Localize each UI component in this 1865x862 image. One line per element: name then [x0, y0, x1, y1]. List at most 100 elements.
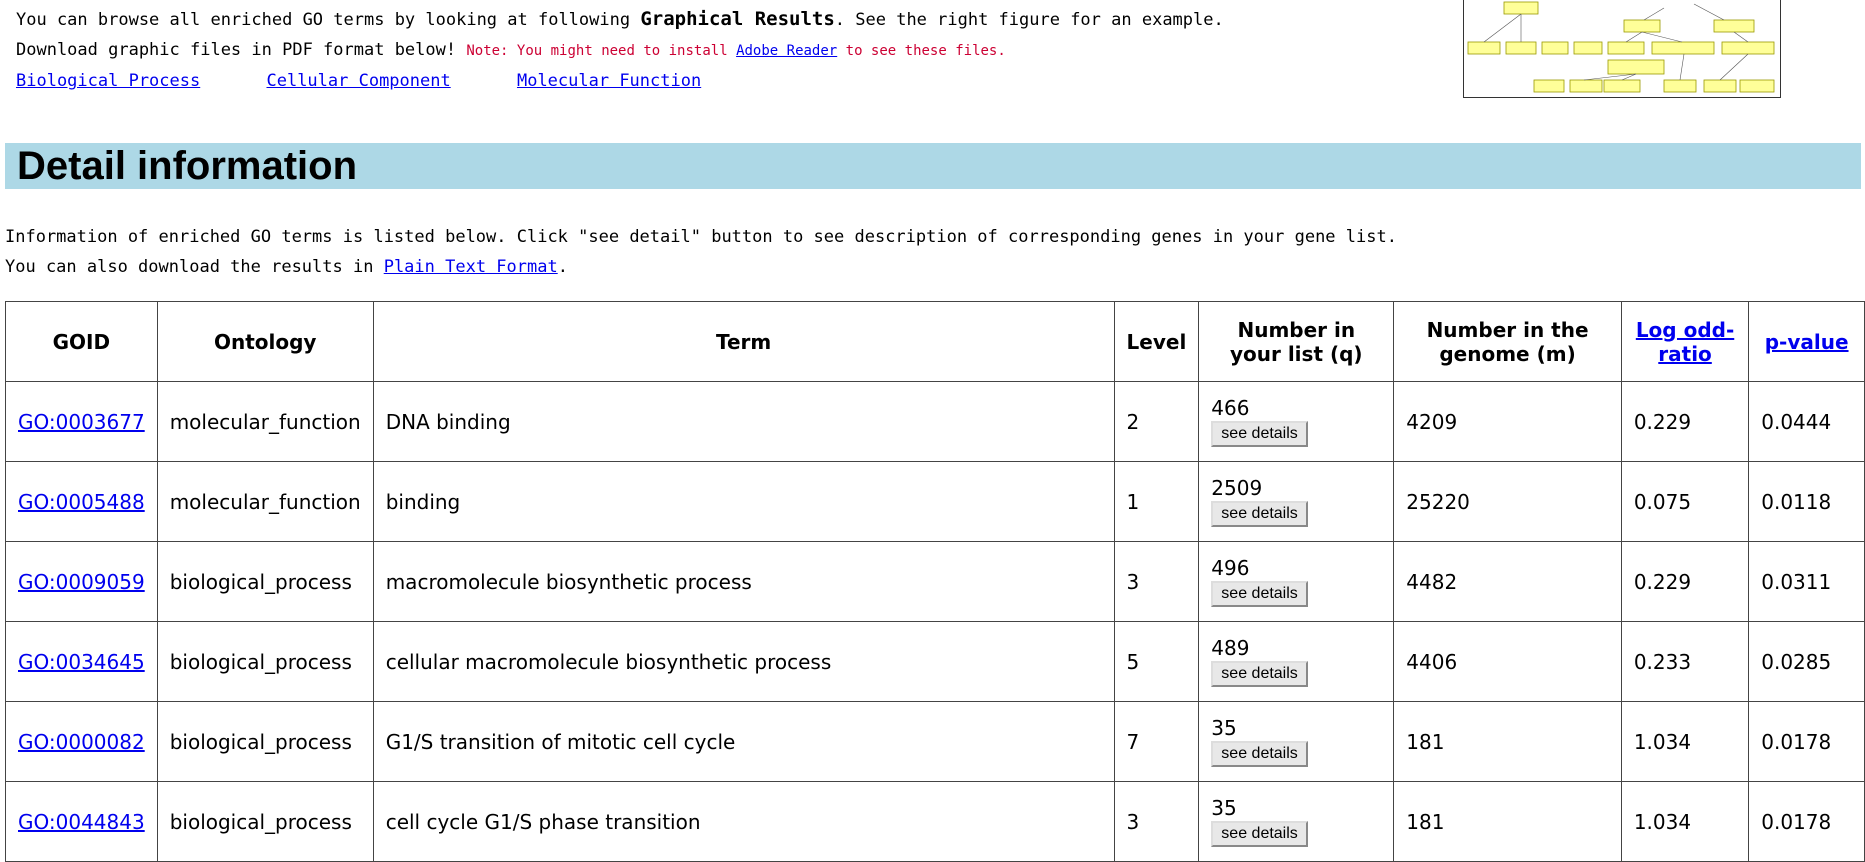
m-cell: 25220 — [1393, 461, 1622, 542]
q-value: 489 — [1211, 635, 1250, 660]
pvalue-cell: 0.0118 — [1748, 461, 1865, 542]
download-text: You can also download the results in — [5, 257, 384, 277]
pvalue-cell: 0.0178 — [1748, 781, 1865, 862]
q-cell: 35 see details — [1198, 701, 1395, 782]
goid-link[interactable]: GO:0003677 — [18, 410, 145, 434]
table-row: GO:0009059 biological_process macromolec… — [5, 541, 1865, 622]
q-value: 2509 — [1211, 475, 1263, 500]
see-details-button[interactable]: see details — [1211, 660, 1308, 687]
detail-information-title: Detail information — [17, 144, 358, 188]
q-cell: 489 see details — [1198, 621, 1395, 702]
goid-cell: GO:0005488 — [5, 461, 158, 542]
term-cell: cell cycle G1/S phase transition — [372, 781, 1115, 862]
sort-p-value-link[interactable]: p-value — [1765, 330, 1849, 354]
header-p-value: p-value — [1748, 301, 1865, 382]
intro-line-2: Download graphic files in PDF format bel… — [16, 35, 1224, 66]
log-odd-cell: 1.034 — [1620, 781, 1750, 862]
go-results-table: GOID Ontology Term Level Number in your … — [5, 301, 1865, 862]
ontology-cell: biological_process — [156, 781, 374, 862]
log-odd-cell: 0.229 — [1620, 541, 1750, 622]
goid-link[interactable]: GO:0034645 — [18, 650, 145, 674]
m-cell: 4482 — [1393, 541, 1622, 622]
table-row: GO:0034645 biological_process cellular m… — [5, 621, 1865, 702]
detail-line-1: Information of enriched GO terms is list… — [5, 227, 1397, 247]
detail-information-header: Detail information — [5, 143, 1861, 189]
detail-description: Information of enriched GO terms is list… — [5, 222, 1397, 282]
log-odd-cell: 1.034 — [1620, 701, 1750, 782]
example-figure-thumbnail — [1463, 0, 1781, 98]
see-details-button[interactable]: see details — [1211, 580, 1308, 607]
pvalue-cell: 0.0285 — [1748, 621, 1865, 702]
sort-log-odd-ratio-link[interactable]: Log odd-ratio — [1636, 318, 1734, 366]
goid-cell: GO:0044843 — [5, 781, 158, 862]
goid-link[interactable]: GO:0005488 — [18, 490, 145, 514]
level-cell: 3 — [1113, 781, 1200, 862]
ontology-cell: biological_process — [156, 541, 374, 622]
ontology-cell: molecular_function — [156, 381, 374, 462]
graphical-results-label: Graphical Results — [640, 8, 835, 30]
m-cell: 4209 — [1393, 381, 1622, 462]
log-odd-cell: 0.075 — [1620, 461, 1750, 542]
ontology-cell: biological_process — [156, 701, 374, 782]
cellular-component-link[interactable]: Cellular Component — [266, 71, 450, 91]
term-cell: G1/S transition of mitotic cell cycle — [372, 701, 1115, 782]
intro-text: You can browse all enriched GO terms by … — [16, 10, 641, 30]
ontology-cell: biological_process — [156, 621, 374, 702]
period: . — [557, 257, 568, 277]
term-cell: binding — [372, 461, 1115, 542]
q-value: 35 — [1211, 715, 1237, 740]
table-row: GO:0000082 biological_process G1/S trans… — [5, 701, 1865, 782]
q-value: 466 — [1211, 395, 1250, 420]
goid-link[interactable]: GO:0044843 — [18, 810, 145, 834]
pdf-links: Biological Process Cellular Component Mo… — [16, 66, 1224, 96]
intro-text-after: . See the right figure for an example. — [834, 10, 1224, 30]
term-cell: DNA binding — [372, 381, 1115, 462]
term-cell: macromolecule biosynthetic process — [372, 541, 1115, 622]
pvalue-cell: 0.0444 — [1748, 381, 1865, 462]
header-ontology: Ontology — [156, 301, 374, 382]
detail-line-2: You can also download the results in Pla… — [5, 252, 1397, 282]
pvalue-cell: 0.0178 — [1748, 701, 1865, 782]
go-graph-thumbnail-image — [1467, 1, 1775, 93]
table-row: GO:0003677 molecular_function DNA bindin… — [5, 381, 1865, 462]
ontology-cell: molecular_function — [156, 461, 374, 542]
m-cell: 181 — [1393, 701, 1622, 782]
note-text: Note: You might need to install — [466, 43, 737, 59]
see-details-button[interactable]: see details — [1211, 820, 1308, 847]
pvalue-cell: 0.0311 — [1748, 541, 1865, 622]
note-text-after: to see these files. — [837, 43, 1006, 59]
see-details-button[interactable]: see details — [1211, 500, 1308, 527]
q-value: 35 — [1211, 795, 1237, 820]
level-cell: 2 — [1113, 381, 1200, 462]
header-number-in-genome: Number in the genome (m) — [1393, 301, 1622, 382]
see-details-button[interactable]: see details — [1211, 740, 1308, 767]
intro-section: You can browse all enriched GO terms by … — [16, 4, 1224, 96]
goid-cell: GO:0000082 — [5, 701, 158, 782]
table-header-row: GOID Ontology Term Level Number in your … — [5, 301, 1865, 382]
level-cell: 7 — [1113, 701, 1200, 782]
table-row: GO:0044843 biological_process cell cycle… — [5, 781, 1865, 862]
table-row: GO:0005488 molecular_function binding 1 … — [5, 461, 1865, 542]
log-odd-cell: 0.229 — [1620, 381, 1750, 462]
m-cell: 181 — [1393, 781, 1622, 862]
molecular-function-link[interactable]: Molecular Function — [517, 71, 701, 91]
header-log-odd-ratio: Log odd-ratio — [1620, 301, 1750, 382]
log-odd-cell: 0.233 — [1620, 621, 1750, 702]
q-cell: 466 see details — [1198, 381, 1395, 462]
header-term: Term — [372, 301, 1115, 382]
q-cell: 496 see details — [1198, 541, 1395, 622]
q-cell: 2509 see details — [1198, 461, 1395, 542]
plain-text-format-link[interactable]: Plain Text Format — [384, 257, 558, 277]
goid-link[interactable]: GO:0000082 — [18, 730, 145, 754]
biological-process-link[interactable]: Biological Process — [16, 71, 200, 91]
level-cell: 5 — [1113, 621, 1200, 702]
goid-cell: GO:0009059 — [5, 541, 158, 622]
see-details-button[interactable]: see details — [1211, 420, 1308, 447]
adobe-reader-link[interactable]: Adobe Reader — [736, 43, 837, 59]
header-goid: GOID — [5, 301, 158, 382]
m-cell: 4406 — [1393, 621, 1622, 702]
goid-link[interactable]: GO:0009059 — [18, 570, 145, 594]
term-cell: cellular macromolecule biosynthetic proc… — [372, 621, 1115, 702]
goid-cell: GO:0003677 — [5, 381, 158, 462]
note: Note: You might need to install Adobe Re… — [466, 43, 1005, 59]
